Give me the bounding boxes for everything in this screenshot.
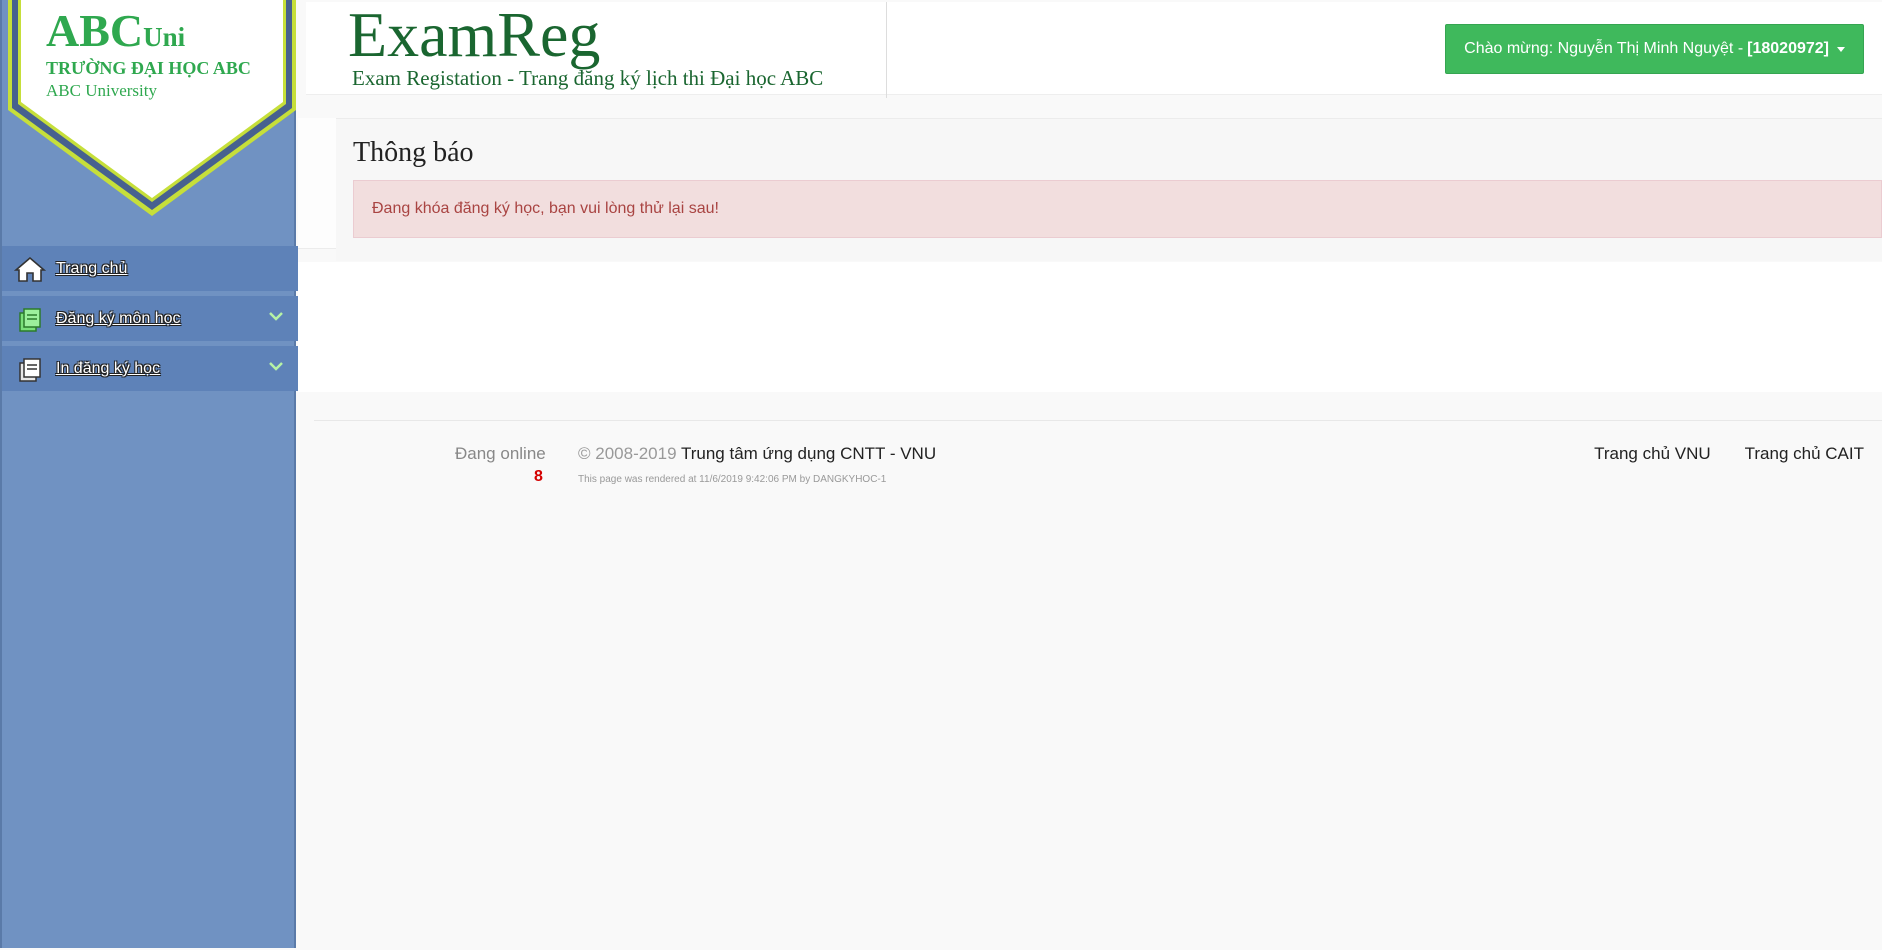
content-gutter: [298, 118, 336, 249]
notice-title: Thông báo: [353, 137, 474, 168]
user-menu-button[interactable]: Chào mừng: Nguyễn Thị Minh Nguyệt - [180…: [1445, 24, 1864, 74]
student-id: [18020972]: [1747, 40, 1829, 57]
sidebar-item-print[interactable]: In đăng ký học: [2, 346, 298, 391]
register-icon: [19, 307, 41, 332]
welcome-text: Chào mừng: Nguyễn Thị Minh Nguyệt -: [1464, 40, 1744, 57]
footer-links: Trang chủ VNU Trang chủ CAIT: [1594, 444, 1864, 464]
footer-divider: [314, 420, 1882, 421]
notice-panel: Thông báo Đang khóa đăng ký học, bạn vui…: [336, 118, 1882, 261]
sidebar-item-label: Đăng ký môn học: [56, 309, 181, 327]
app-subtitle: Exam Registation - Trang đăng ký lịch th…: [352, 66, 824, 90]
alert-text: Đang khóa đăng ký học, bạn vui lòng thử …: [372, 200, 719, 217]
link-vnu-home[interactable]: Trang chủ VNU: [1594, 444, 1711, 464]
print-icon: [19, 357, 41, 382]
app-title: ExamReg: [348, 0, 601, 70]
copyright: © 2008-2019 Trung tâm ứng dụng CNTT - VN…: [578, 444, 936, 464]
logo-text: ABCUni: [46, 5, 186, 56]
home-icon: [14, 256, 46, 282]
caret-down-icon: [1837, 46, 1845, 52]
header: ExamReg Exam Registation - Trang đăng ký…: [306, 0, 1882, 98]
content-panel: [298, 262, 1882, 392]
chevron-down-icon[interactable]: [268, 310, 284, 322]
online-count: 8: [534, 468, 543, 485]
online-label: Đang online: [455, 444, 546, 463]
sidebar-item-label: Trang chủ: [56, 259, 128, 277]
chevron-down-icon[interactable]: [268, 360, 284, 372]
logo-english-name: ABC University: [46, 81, 157, 100]
render-info: This page was rendered at 11/6/2019 9:42…: [578, 474, 887, 485]
header-divider: [886, 2, 887, 98]
sidebar-item-home[interactable]: Trang chủ: [2, 246, 298, 291]
sidebar-item-register[interactable]: Đăng ký môn học: [2, 296, 298, 341]
sidebar-menu: Trang chủ Đăng ký môn học In đăng ký học: [2, 246, 298, 396]
logo-school-name: TRƯỜNG ĐẠI HỌC ABC: [46, 58, 251, 78]
sidebar: ABCUni TRƯỜNG ĐẠI HỌC ABC ABC University…: [0, 0, 298, 948]
copyright-year: © 2008-2019: [578, 444, 677, 463]
sidebar-item-label: In đăng ký học: [56, 359, 161, 377]
link-cait-home[interactable]: Trang chủ CAIT: [1745, 444, 1864, 464]
copyright-org: Trung tâm ứng dụng CNTT - VNU: [680, 444, 937, 463]
alert-message: Đang khóa đăng ký học, bạn vui lòng thử …: [353, 180, 1882, 238]
